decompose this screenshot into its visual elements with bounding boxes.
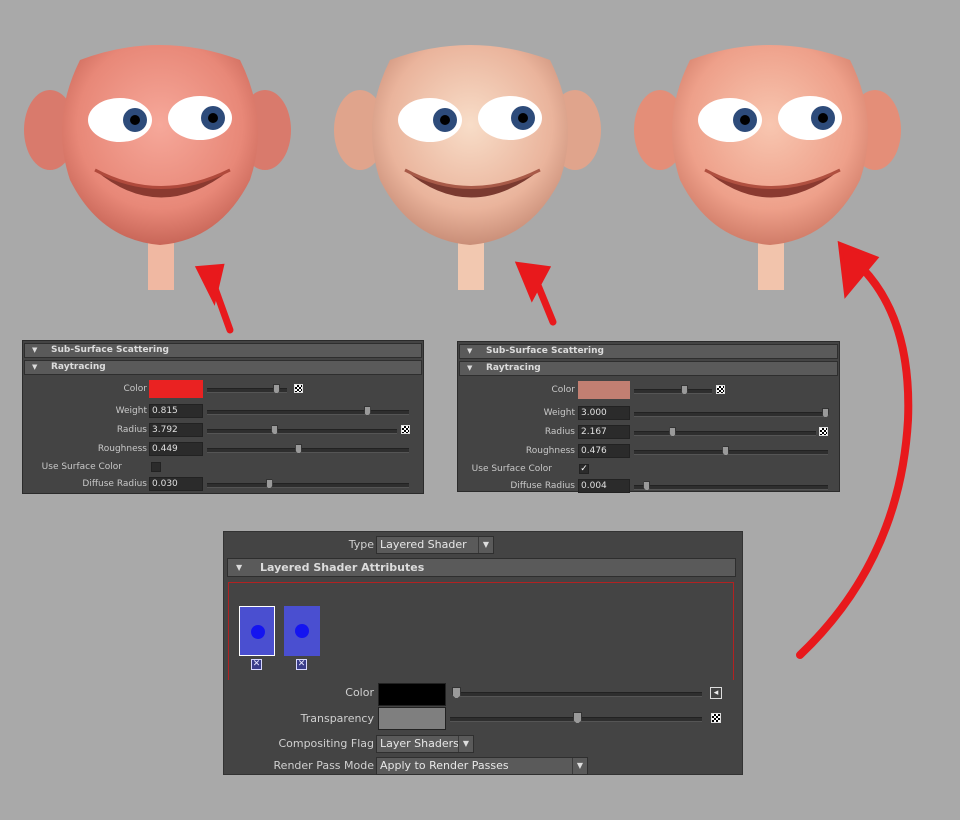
compositing-flag-value: Layer Shaders: [380, 737, 459, 750]
map-button-icon[interactable]: [711, 713, 721, 723]
chevron-down-icon: ▼: [478, 537, 493, 553]
section-title: Sub-Surface Scattering: [486, 346, 604, 356]
weight-label: Weight: [115, 406, 147, 416]
color-swatch[interactable]: [149, 380, 203, 398]
subsection-title: Raytracing: [51, 362, 106, 372]
shader-layer-2[interactable]: [284, 606, 320, 656]
section-header-sss[interactable]: ▼ Sub-Surface Scattering: [24, 343, 422, 358]
use-surface-color-checkbox[interactable]: [151, 462, 161, 472]
diffuse-radius-field[interactable]: 0.030: [149, 477, 203, 491]
type-dropdown[interactable]: Layered Shader ▼: [376, 536, 494, 554]
roughness-field[interactable]: 0.449: [149, 442, 203, 456]
render-pass-mode-dropdown[interactable]: Apply to Render Passes ▼: [376, 757, 588, 775]
chevron-down-icon: ▼: [572, 758, 587, 774]
subsection-title: Raytracing: [486, 363, 541, 373]
color-label: Color: [123, 384, 148, 394]
color-row: Color: [23, 380, 423, 398]
map-button-icon[interactable]: [716, 385, 725, 394]
section-title: Sub-Surface Scattering: [51, 345, 169, 355]
radius-row: Radius 2.167: [458, 423, 839, 441]
use-surface-color-label: Use Surface Color: [471, 464, 552, 474]
radius-row: Radius 3.792: [23, 421, 423, 439]
radius-slider[interactable]: [634, 431, 816, 436]
transparency-slider-handle[interactable]: [573, 712, 582, 724]
roughness-slider[interactable]: [634, 450, 828, 455]
collapse-arrow-icon[interactable]: ▼: [467, 362, 472, 375]
arrow-2: [514, 261, 557, 326]
roughness-row: Roughness 0.476: [458, 442, 839, 460]
shader-swatch-icon: [295, 624, 309, 638]
radius-label: Radius: [544, 427, 575, 437]
collapse-arrow-icon[interactable]: ▼: [236, 559, 242, 576]
arrow-1: [194, 263, 234, 334]
diffuse-radius-slider[interactable]: [634, 485, 828, 490]
remove-layer-1-icon[interactable]: ✕: [251, 659, 262, 670]
section-header-layered-shader-attributes[interactable]: ▼ Layered Shader Attributes: [227, 558, 736, 577]
chevron-down-icon: ▼: [458, 736, 473, 752]
connect-input-icon[interactable]: ◂: [710, 687, 722, 699]
section-title: Layered Shader Attributes: [260, 561, 425, 574]
roughness-row: Roughness 0.449: [23, 440, 423, 458]
map-button-icon[interactable]: [401, 425, 410, 434]
radius-slider[interactable]: [207, 429, 397, 434]
collapse-arrow-icon[interactable]: ▼: [467, 345, 472, 358]
diffuse-radius-field[interactable]: 0.004: [578, 479, 630, 493]
layered-shader-panel: Type Layered Shader ▼ ▼ Layered Shader A…: [223, 531, 743, 775]
roughness-slider[interactable]: [207, 448, 409, 453]
shader-swatch-icon: [251, 625, 265, 639]
radius-label: Radius: [116, 425, 147, 435]
shader-layer-1[interactable]: [239, 606, 275, 656]
sss-panel-2: ▼ Sub-Surface Scattering ▼ Raytracing Co…: [457, 341, 840, 495]
weight-row: Weight 3.000: [458, 404, 839, 422]
diffuse-radius-slider[interactable]: [207, 483, 409, 488]
color-swatch[interactable]: [378, 683, 446, 706]
use-surface-color-row: Use Surface Color: [23, 458, 423, 476]
use-surface-color-row: Use Surface Color ✓: [458, 460, 839, 478]
remove-layer-2-icon[interactable]: ✕: [296, 659, 307, 670]
radius-field[interactable]: 3.792: [149, 423, 203, 437]
color-slider[interactable]: [634, 389, 712, 394]
color-swatch[interactable]: [578, 381, 630, 399]
weight-field[interactable]: 3.000: [578, 406, 630, 420]
roughness-label: Roughness: [97, 444, 147, 454]
section-header-raytracing[interactable]: ▼ Raytracing: [459, 361, 838, 376]
weight-slider[interactable]: [634, 412, 828, 417]
color-label: Color: [345, 686, 374, 699]
diffuse-radius-row: Diffuse Radius 0.030: [23, 475, 423, 493]
compositing-flag-label: Compositing Flag: [278, 737, 374, 750]
render-pass-mode-value: Apply to Render Passes: [380, 759, 509, 772]
sss-panel-1: ▼ Sub-Surface Scattering ▼ Raytracing Co…: [22, 340, 424, 494]
render-pass-mode-label: Render Pass Mode: [273, 759, 374, 772]
roughness-label: Roughness: [525, 446, 575, 456]
weight-slider[interactable]: [207, 410, 409, 415]
use-surface-color-label: Use Surface Color: [41, 462, 122, 472]
type-dropdown-value: Layered Shader: [380, 538, 467, 551]
weight-field[interactable]: 0.815: [149, 404, 203, 418]
section-header-sss[interactable]: ▼ Sub-Surface Scattering: [459, 344, 838, 359]
compositing-flag-dropdown[interactable]: Layer Shaders ▼: [376, 735, 474, 753]
weight-label: Weight: [543, 408, 575, 418]
type-label: Type: [348, 538, 374, 551]
use-surface-color-checkbox[interactable]: ✓: [579, 464, 589, 474]
transparency-swatch[interactable]: [378, 707, 446, 730]
weight-row: Weight 0.815: [23, 402, 423, 420]
section-header-raytracing[interactable]: ▼ Raytracing: [24, 360, 422, 375]
transparency-label: Transparency: [300, 712, 374, 725]
color-row: Color: [458, 381, 839, 399]
color-slider[interactable]: [454, 692, 702, 697]
diffuse-radius-row: Diffuse Radius 0.004: [458, 477, 839, 495]
roughness-field[interactable]: 0.476: [578, 444, 630, 458]
collapse-arrow-icon[interactable]: ▼: [32, 344, 37, 357]
diffuse-radius-label: Diffuse Radius: [510, 481, 575, 491]
map-button-icon[interactable]: [819, 427, 828, 436]
color-label: Color: [551, 385, 576, 395]
collapse-arrow-icon[interactable]: ▼: [32, 361, 37, 374]
radius-field[interactable]: 2.167: [578, 425, 630, 439]
diffuse-radius-label: Diffuse Radius: [82, 479, 147, 489]
color-slider-handle[interactable]: [452, 687, 461, 699]
map-button-icon[interactable]: [294, 384, 303, 393]
